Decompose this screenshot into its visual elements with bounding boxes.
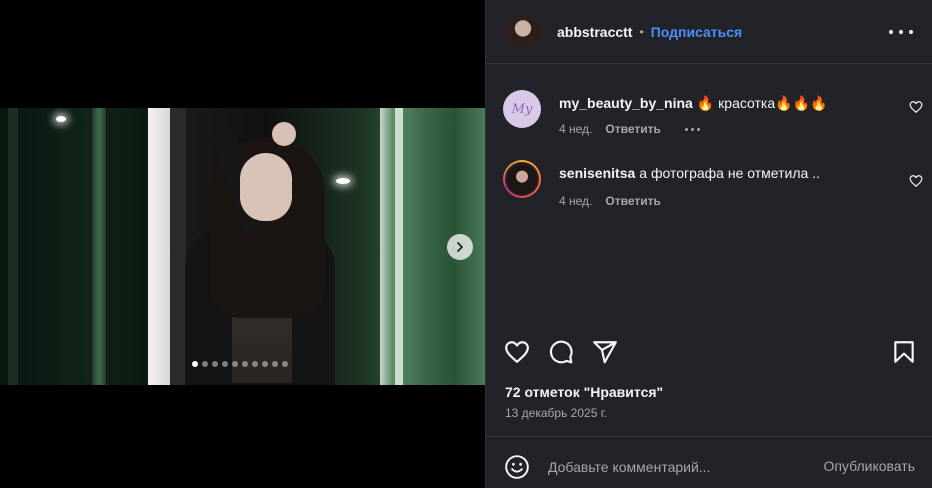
header-separator: • [639, 24, 644, 39]
avatar-image [505, 162, 539, 196]
photo-detail [148, 108, 170, 385]
carousel-dot [282, 361, 288, 367]
comment-text-row: my_beauty_by_nina 🔥 красотка🔥🔥🔥 [559, 94, 827, 112]
post-actions [486, 326, 932, 376]
avatar[interactable] [505, 13, 541, 50]
more-options-button[interactable] [889, 24, 913, 40]
next-slide-button[interactable] [447, 234, 473, 260]
paper-plane-icon[interactable] [592, 339, 618, 365]
comment-input[interactable] [548, 455, 798, 479]
reply-button[interactable]: Ответить [605, 122, 660, 136]
carousel-dot [192, 361, 198, 367]
comment-more-button[interactable] [684, 127, 700, 131]
chevron-right-icon [457, 242, 463, 252]
carousel-dot [262, 361, 268, 367]
carousel-dot [232, 361, 238, 367]
more-dot [889, 30, 893, 34]
emoji-icon[interactable] [504, 454, 530, 480]
comment-avatar[interactable]: My [503, 90, 541, 128]
carousel-indicator [192, 361, 288, 367]
publish-button[interactable]: Опубликовать [823, 458, 915, 474]
more-dot [909, 30, 913, 34]
heart-icon[interactable] [909, 100, 923, 114]
photo-detail [56, 116, 66, 122]
heart-icon[interactable] [504, 339, 530, 365]
comment-body: 🔥 красотка🔥🔥🔥 [696, 95, 828, 111]
heart-icon[interactable] [909, 174, 923, 188]
comment-time[interactable]: 4 нед. [559, 194, 592, 208]
reply-button[interactable]: Ответить [605, 194, 660, 208]
post-photo[interactable] [0, 108, 485, 385]
comment-body: а фотографа не отметила .. [639, 165, 820, 181]
photo-detail [170, 108, 186, 385]
comment-username[interactable]: my_beauty_by_nina [559, 95, 693, 111]
comment-text-row: senisenitsa а фотографа не отметила .. [559, 164, 820, 182]
author-username[interactable]: abbstracctt [557, 24, 632, 40]
photo-detail [8, 108, 18, 385]
bookmark-icon[interactable] [891, 339, 917, 365]
comment-username[interactable]: senisenitsa [559, 165, 635, 181]
carousel-dot [272, 361, 278, 367]
photo-subject [272, 122, 296, 146]
follow-button[interactable]: Подписаться [651, 24, 743, 40]
more-dot [696, 127, 700, 131]
likes-count[interactable]: 72 отметок "Нравится" [505, 384, 663, 400]
comment-time[interactable]: 4 нед. [559, 122, 592, 136]
post-panel: abbstracctt • Подписаться My my_beauty_b… [485, 0, 932, 488]
carousel-dot [242, 361, 248, 367]
comment-meta: 4 нед. Ответить [559, 194, 661, 208]
photo-detail [336, 178, 350, 184]
photo-detail [395, 108, 403, 385]
more-dot [690, 127, 694, 131]
post-date[interactable]: 13 декабрь 2025 г. [505, 406, 607, 420]
avatar-monogram: My [511, 101, 533, 117]
carousel-dot [252, 361, 258, 367]
carousel-dot [202, 361, 208, 367]
carousel-dot [212, 361, 218, 367]
photo-subject [240, 153, 292, 221]
post-header: abbstracctt • Подписаться [486, 0, 932, 64]
comments-list: My my_beauty_by_nina 🔥 красотка🔥🔥🔥 4 нед.… [486, 64, 932, 326]
add-comment-bar: Опубликовать [486, 436, 932, 488]
photo-detail [92, 108, 106, 385]
media-viewer [0, 0, 485, 488]
more-dot [899, 30, 903, 34]
more-dot [684, 127, 688, 131]
comment-item: senisenitsa а фотографа не отметила .. 4 … [503, 160, 923, 210]
comment-icon[interactable] [548, 339, 574, 365]
comment-meta: 4 нед. Ответить [559, 122, 700, 136]
carousel-dot [222, 361, 228, 367]
comment-avatar[interactable] [503, 160, 541, 198]
comment-item: My my_beauty_by_nina 🔥 красотка🔥🔥🔥 4 нед.… [503, 90, 923, 140]
